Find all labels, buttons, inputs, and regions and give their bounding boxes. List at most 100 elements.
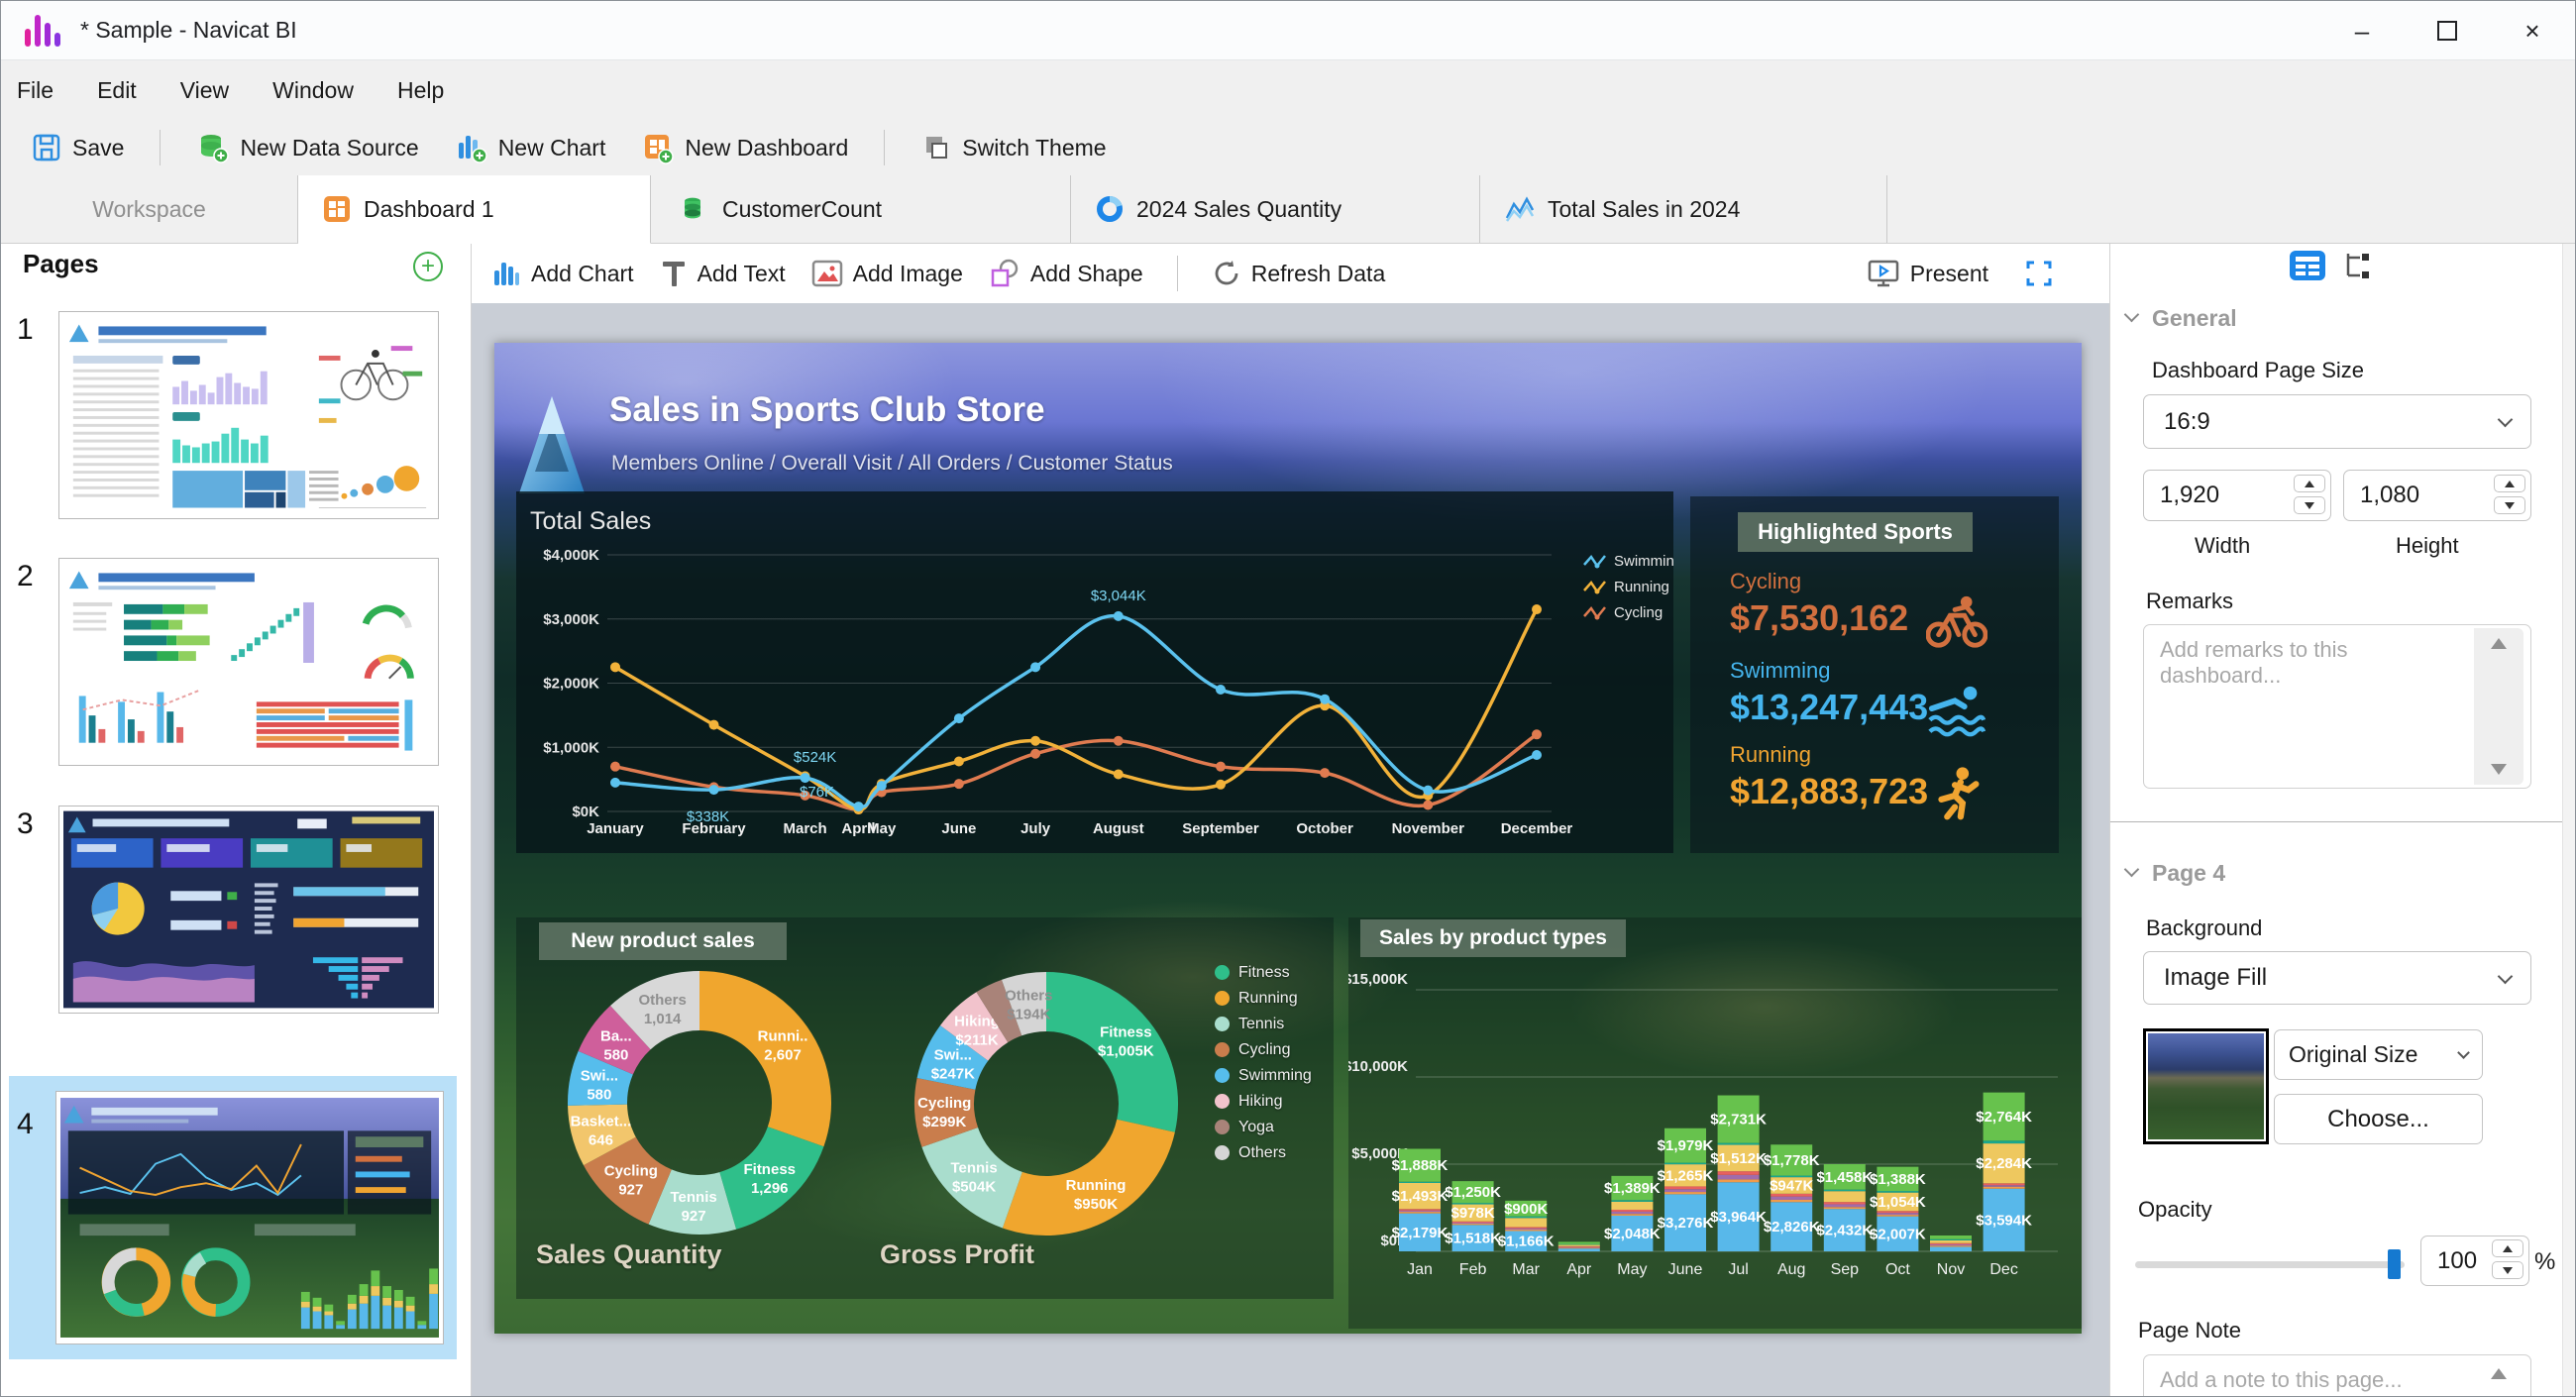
- page-number-1: 1: [17, 313, 34, 347]
- general-section-header[interactable]: General: [2152, 305, 2237, 332]
- legend-label: Swimming: [1238, 1067, 1312, 1085]
- menu-file[interactable]: File: [17, 77, 54, 104]
- legend-item: Running: [1215, 989, 1312, 1008]
- svg-text:Oct: Oct: [1885, 1261, 1910, 1278]
- title-bar: * Sample - Navicat BI – ×: [1, 1, 2575, 60]
- save-icon: [31, 132, 62, 163]
- svg-text:$2,826K: $2,826K: [1764, 1219, 1820, 1236]
- sales-by-product-types-panel[interactable]: Sales by product types $0K$5,000K$10,000…: [1348, 917, 2082, 1329]
- page-thumbnail-2[interactable]: [58, 558, 439, 766]
- maximize-button[interactable]: [2405, 1, 2490, 60]
- svg-text:$76K: $76K: [800, 784, 834, 801]
- total-sales-chart[interactable]: Total Sales $0K$1,000K$2,000K$3,000K$4,0…: [516, 491, 1673, 853]
- product-types-legend: FitnessRunningTennisCyclingSwimmingHikin…: [1215, 963, 1312, 1162]
- add-chart-icon: [491, 259, 521, 288]
- height-stepper[interactable]: [2494, 475, 2525, 514]
- opacity-slider-track[interactable]: [2135, 1261, 2405, 1268]
- choose-image-button[interactable]: Choose...: [2274, 1094, 2483, 1144]
- svg-text:Jul: Jul: [1728, 1261, 1748, 1278]
- new-product-sales-header: New product sales: [539, 922, 787, 960]
- page-number-4: 4: [17, 1108, 34, 1141]
- minimize-button[interactable]: –: [2319, 1, 2405, 60]
- chevron-down-icon: [2498, 412, 2514, 428]
- new-chart-icon: [455, 131, 488, 164]
- image-size-select[interactable]: Original Size: [2274, 1029, 2483, 1080]
- add-page-button[interactable]: +: [413, 252, 443, 281]
- svg-text:March: March: [783, 820, 826, 837]
- legend-label: Yoga: [1238, 1119, 1274, 1136]
- tab-customercount[interactable]: CustomerCount: [657, 175, 1071, 243]
- close-button[interactable]: ×: [2490, 1, 2575, 60]
- svg-text:$2,432K: $2,432K: [1816, 1223, 1873, 1239]
- total-sales-line-svg: $0K$1,000K$2,000K$3,000K$4,000KJanuaryFe…: [516, 491, 1673, 853]
- svg-text:$1,389K: $1,389K: [1604, 1180, 1661, 1197]
- new-dashboard-button[interactable]: New Dashboard: [633, 127, 856, 168]
- opacity-stepper[interactable]: [2492, 1239, 2523, 1279]
- page-thumbnail-3[interactable]: [58, 806, 439, 1014]
- page-number-2: 2: [17, 560, 34, 593]
- remarks-scrollbar[interactable]: [2474, 628, 2523, 785]
- menu-view[interactable]: View: [180, 77, 229, 104]
- tab-workspace[interactable]: Workspace: [1, 175, 298, 243]
- refresh-data-button[interactable]: Refresh Data: [1212, 259, 1386, 288]
- legend-dot: [1215, 1017, 1230, 1031]
- tab-dashboard-1[interactable]: Dashboard 1: [298, 175, 651, 244]
- menu-edit[interactable]: Edit: [97, 77, 137, 104]
- width-stepper[interactable]: [2294, 475, 2325, 514]
- legend-dot: [1215, 1042, 1230, 1057]
- fullscreen-button[interactable]: [2024, 259, 2054, 288]
- maximize-icon: [2437, 21, 2457, 41]
- panel-scrollbar[interactable]: [2562, 244, 2575, 1397]
- tab-total-sales-in-2024[interactable]: Total Sales in 2024: [1480, 175, 1887, 243]
- opacity-slider-handle[interactable]: [2388, 1249, 2401, 1279]
- svg-text:$1,250K: $1,250K: [1445, 1184, 1501, 1201]
- save-button[interactable]: Save: [23, 128, 132, 167]
- add-shape-button[interactable]: Add Shape: [989, 259, 1143, 288]
- swimming-icon: [1926, 683, 1987, 740]
- legend-item: Cycling: [1215, 1040, 1312, 1059]
- chevron-down-icon[interactable]: [2124, 307, 2140, 323]
- add-text-button[interactable]: Add Text: [660, 259, 786, 288]
- svg-text:$1,388K: $1,388K: [1870, 1171, 1926, 1188]
- menu-help[interactable]: Help: [397, 77, 444, 104]
- new-chart-button[interactable]: New Chart: [447, 127, 614, 168]
- dashboard-workspace: Sales in Sports Club Store Members Onlin…: [472, 303, 2109, 1397]
- legend-dot: [1215, 1145, 1230, 1160]
- gross-profit-donut-svg: Fitness$1,005KRunning$950KTennis$504KCyc…: [903, 960, 1190, 1247]
- opacity-unit: %: [2534, 1248, 2555, 1276]
- add-shape-icon: [989, 259, 1020, 288]
- present-button[interactable]: Present: [1867, 258, 1988, 289]
- add-chart-button[interactable]: Add Chart: [491, 259, 634, 288]
- background-fill-select[interactable]: Image Fill: [2143, 951, 2531, 1005]
- tab-2024-sales-quantity[interactable]: 2024 Sales Quantity: [1071, 175, 1480, 243]
- dashboard-properties-view-button[interactable]: [2289, 250, 2326, 281]
- running-label: Running: [1730, 742, 1811, 768]
- page-section-header[interactable]: Page 4: [2152, 860, 2225, 887]
- new-product-sales-panel[interactable]: New product sales Runni..2,607Fitness1,2…: [516, 917, 1334, 1299]
- page-size-select[interactable]: 16:9: [2143, 394, 2531, 449]
- dashboard-title: Sales in Sports Club Store: [609, 390, 1045, 430]
- width-input[interactable]: 1,920: [2143, 470, 2331, 521]
- page-thumbnail-1[interactable]: [58, 311, 439, 519]
- swimming-value: $13,247,443: [1730, 687, 1928, 728]
- highlighted-sports-panel[interactable]: Highlighted Sports Cycling $7,530,162 Sw…: [1690, 496, 2059, 853]
- page-note-scrollbar[interactable]: [2474, 1358, 2523, 1397]
- present-icon: [1867, 258, 1900, 289]
- sales-by-product-types-svg: $0K$5,000K$10,000K$15,000K$2,179K$1,493K…: [1348, 917, 2082, 1329]
- refresh-icon: [1212, 259, 1241, 288]
- add-image-button[interactable]: Add Image: [811, 259, 963, 288]
- chevron-down-icon[interactable]: [2124, 862, 2140, 878]
- menu-window[interactable]: Window: [272, 77, 354, 104]
- structure-view-button[interactable]: [2340, 250, 2372, 281]
- opacity-input[interactable]: 100: [2420, 1236, 2529, 1286]
- height-input[interactable]: 1,080: [2343, 470, 2531, 521]
- svg-text:June: June: [1668, 1261, 1703, 1278]
- background-image-thumbnail[interactable]: [2143, 1028, 2269, 1144]
- page-thumbnail-4[interactable]: [55, 1091, 444, 1344]
- new-data-source-button[interactable]: New Data Source: [188, 127, 426, 168]
- svg-text:$15,000K: $15,000K: [1348, 971, 1408, 988]
- switch-theme-button[interactable]: Switch Theme: [912, 128, 1114, 167]
- donut-chart-icon: [1095, 194, 1125, 224]
- svg-text:$3,044K: $3,044K: [1091, 588, 1146, 604]
- stadium-photo: [2148, 1033, 2264, 1139]
